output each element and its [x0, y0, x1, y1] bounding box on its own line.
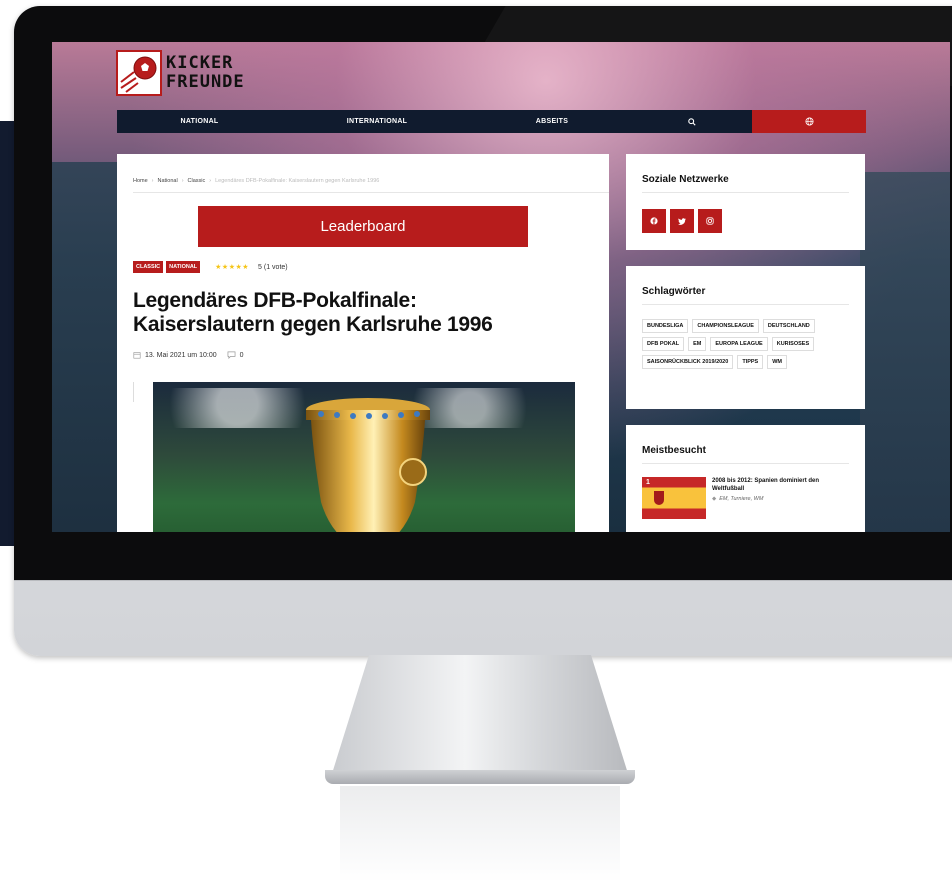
article-date: 13. Mai 2021 um 10:00 — [145, 351, 217, 359]
search-icon — [688, 117, 696, 126]
breadcrumb: Home › National › Classic › Legendäres DFB-Pok… — [133, 178, 379, 184]
calendar-icon — [133, 352, 141, 359]
comment-count[interactable]: 0 — [240, 352, 244, 359]
twitter-button[interactable] — [670, 209, 694, 233]
most-visited-widget: Meistbesucht 1 2008 bis 2012: Spanien do… — [626, 425, 865, 532]
instagram-button[interactable] — [698, 209, 722, 233]
tag-icon: ◆ — [712, 496, 717, 502]
logo-line-1: KICKER — [166, 53, 234, 73]
tag-dfb-pokal[interactable]: DFB POKAL — [642, 337, 685, 351]
nav-abseits[interactable]: ABSEITS — [472, 110, 632, 133]
tag-europa-league[interactable]: EUROPA LEAGUE — [710, 337, 768, 351]
list-item[interactable]: 1 2008 bis 2012: Spanien dominiert den W… — [642, 477, 842, 519]
tag-championsleague[interactable]: CHAMPIONSLEAGUE — [692, 319, 759, 333]
breadcrumb-separator-icon: › — [181, 178, 184, 184]
site-logo[interactable]: KICKER FREUNDE — [116, 50, 245, 96]
article-card: Home › National › Classic › Legendäres DFB-Pok… — [117, 154, 609, 532]
facebook-button[interactable] — [642, 209, 666, 233]
tag-cloud: BUNDESLIGA CHAMPIONSLEAGUE DEUTSCHLAND D… — [642, 319, 852, 369]
tags-title: Schlagwörter — [642, 286, 706, 297]
category-badge-national[interactable]: NATIONAL — [166, 261, 201, 273]
most-visited-item-title[interactable]: 2008 bis 2012: Spanien dominiert den Wel… — [712, 477, 842, 493]
tag-em[interactable]: EM — [688, 337, 707, 351]
coat-of-arms-icon — [654, 491, 664, 505]
tag-saisonrueckblick[interactable]: SAISONRÜCKBLICK 2019/2020 — [642, 355, 734, 369]
rating-text: 5 (1 vote) — [258, 263, 288, 271]
article-featured-image[interactable] — [153, 382, 575, 532]
social-buttons — [642, 209, 722, 233]
nav-search[interactable] — [632, 110, 752, 133]
stand-reflection — [340, 786, 620, 882]
tag-kurisoses[interactable]: KURISOSES — [771, 337, 815, 351]
tag-deutschland[interactable]: DEUTSCHLAND — [762, 319, 815, 333]
main-nav: NATIONAL INTERNATIONAL ABSEITS — [117, 110, 866, 133]
divider — [642, 304, 849, 305]
nav-national[interactable]: NATIONAL — [117, 110, 282, 133]
stadium-stand-right — [860, 172, 950, 532]
article-meta: 13. Mai 2021 um 10:00 0 — [133, 351, 244, 359]
breadcrumb-home[interactable]: Home — [133, 178, 148, 184]
facebook-icon — [650, 217, 658, 225]
nav-international[interactable]: INTERNATIONAL — [282, 110, 472, 133]
nav-language[interactable] — [752, 110, 866, 133]
most-visited-item-tags: ◆ EM, Turniere, WM — [712, 496, 842, 502]
monitor-stand — [330, 655, 630, 780]
stadium-stand-left — [52, 162, 122, 532]
image-edge — [133, 382, 134, 402]
instagram-icon — [706, 217, 714, 225]
rank-number: 1 — [646, 479, 650, 486]
rating-stars-icon[interactable]: ★★★★★ — [215, 263, 249, 271]
soccer-ball-icon — [116, 50, 162, 96]
dfb-pokal-trophy-image — [306, 398, 430, 532]
monitor-chin-divider — [14, 580, 952, 581]
breadcrumb-classic[interactable]: Classic — [188, 178, 206, 184]
website-screen: KICKER FREUNDE NATIONAL INTERNATIONAL AB… — [52, 42, 950, 532]
spain-flag-thumbnail[interactable]: 1 — [642, 477, 706, 519]
social-widget: Soziale Netzwerke — [626, 154, 865, 250]
tag-bundesliga[interactable]: BUNDESLIGA — [642, 319, 689, 333]
article-title: Legendäres DFB-Pokalfinale: Kaiserslaute… — [133, 289, 493, 336]
social-title: Soziale Netzwerke — [642, 174, 729, 185]
tag-tipps[interactable]: TIPPS — [737, 355, 764, 369]
most-visited-title: Meistbesucht — [642, 445, 706, 456]
divider — [133, 192, 609, 193]
breadcrumb-national[interactable]: National — [158, 178, 178, 184]
logo-line-2: FREUNDE — [166, 72, 245, 92]
divider — [642, 463, 849, 464]
most-visited-tags-text[interactable]: EM, Turniere, WM — [719, 496, 763, 502]
monitor-stand-base — [325, 770, 635, 784]
divider — [642, 192, 849, 193]
breadcrumb-separator-icon: › — [151, 178, 154, 184]
breadcrumb-separator-icon: › — [209, 178, 212, 184]
tags-widget: Schlagwörter BUNDESLIGA CHAMPIONSLEAGUE … — [626, 266, 865, 409]
breadcrumb-current: Legendäres DFB-Pokalfinale: Kaiserslaute… — [215, 178, 380, 184]
twitter-icon — [678, 217, 686, 225]
article-categories: CLASSIC NATIONAL ★★★★★ 5 (1 vote) — [133, 261, 288, 273]
comment-icon — [227, 351, 236, 359]
tag-wm[interactable]: WM — [767, 355, 787, 369]
leaderboard-ad[interactable]: Leaderboard — [198, 206, 528, 247]
globe-icon — [804, 117, 814, 126]
category-badge-classic[interactable]: CLASSIC — [133, 261, 164, 273]
